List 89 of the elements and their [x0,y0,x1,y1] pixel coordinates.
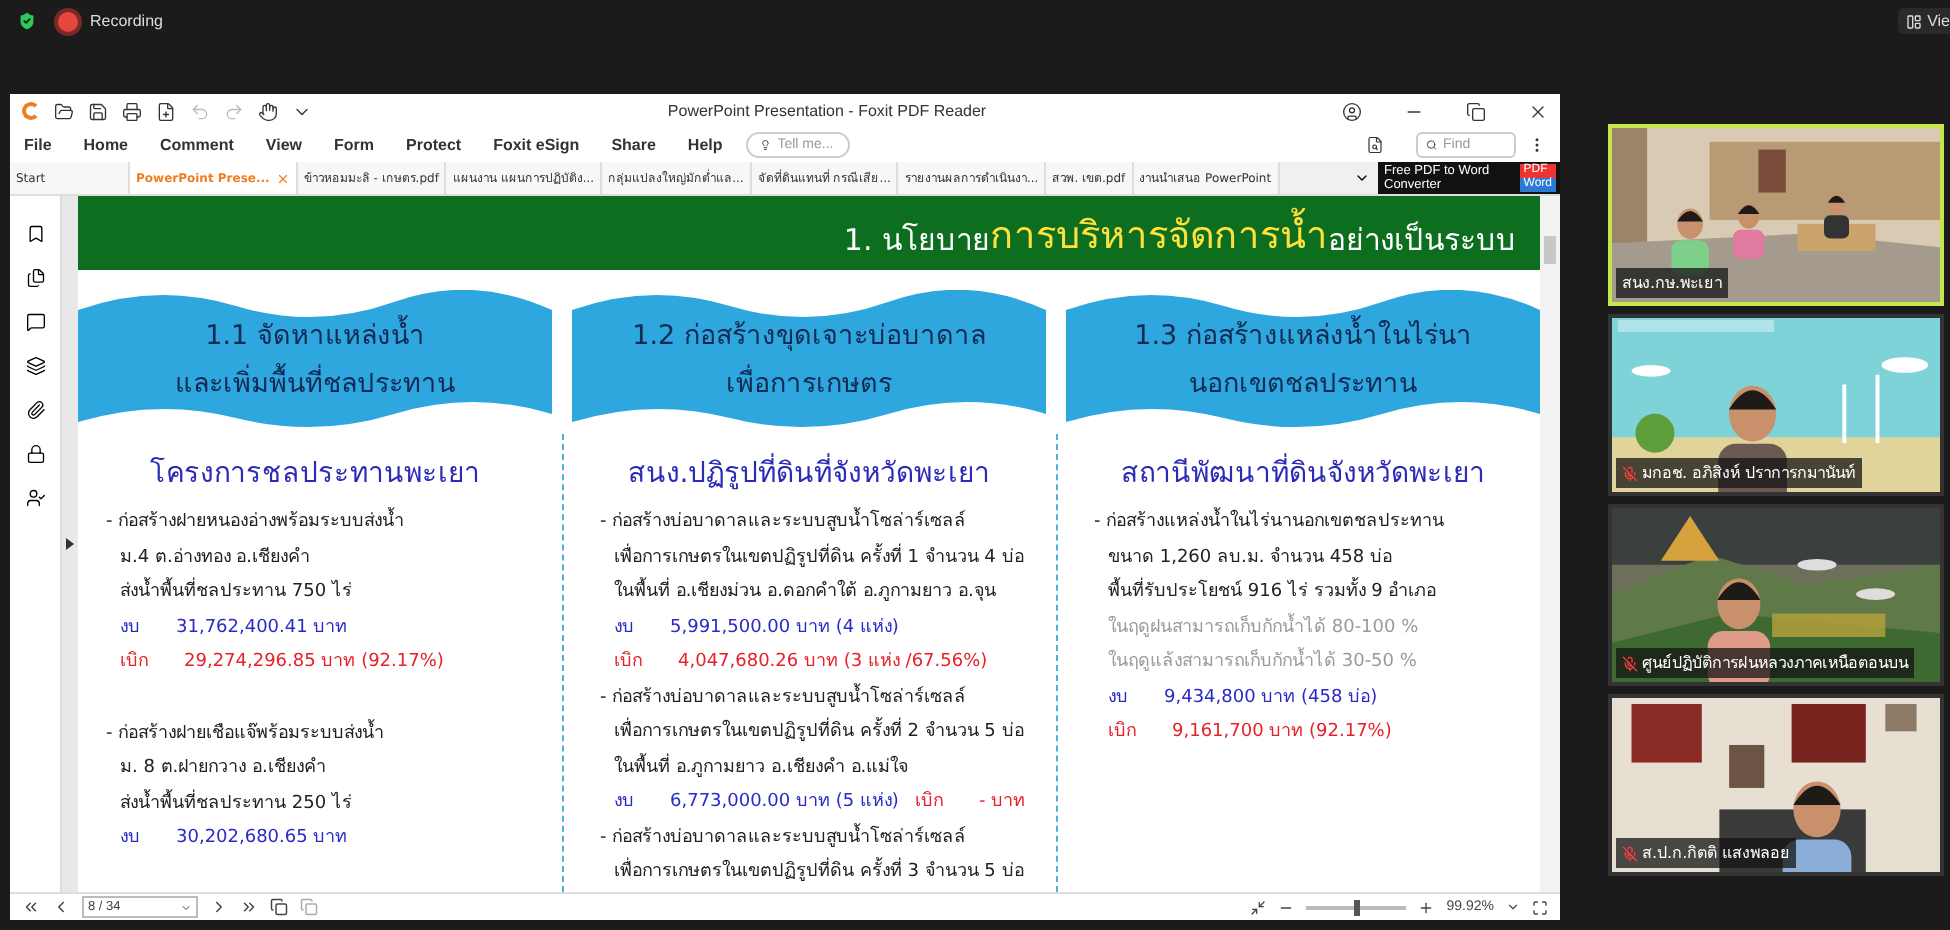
participant-name: มกอช. อภิสิงห์ ปราการกมานันท์ [1616,458,1862,488]
bookmark-icon[interactable] [25,224,45,244]
open-icon[interactable] [54,101,74,121]
last-page-icon[interactable] [240,898,258,916]
first-page-icon[interactable] [22,898,40,916]
text-line: ขนาด 1,260 ลบ.ม. จำนวน 458 บ่อ [1106,545,1394,571]
layout-icon [1905,13,1922,29]
menu-item[interactable]: Form [334,136,374,154]
close-icon[interactable] [1528,101,1548,121]
text-line: เพื่อการเกษตรในเขตปฏิรูปที่ดิน ครั้งที่ 3 จำนวน 5 บ่อ [600,856,1046,891]
zoom-in-icon[interactable] [1418,899,1435,915]
signature-icon[interactable] [25,488,45,508]
lightbulb-icon [760,138,772,152]
budget-line: งบ 31,762,400.41 บาท [120,615,348,641]
agency-title: โครงการชลประทานพะเยา [148,455,482,494]
menu-item[interactable]: Comment [160,136,234,154]
withdrawal-line: เบิก - บาท [914,789,1026,816]
slide-heading: 1. นโยบายการบริหารจัดการน้ำอย่างเป็นระบบ [78,196,1540,270]
text-line: - ก่อสร้างฝายเชือแจ๊พร้อมระบบส่งน้ำ [106,717,387,747]
withdrawal-line: เบิก 29,274,296.85 บาท (92.17%) [120,649,444,676]
text-line: เพื่อการเกษตรในเขตปฏิรูปที่ดิน ครั้งที่ 2 จำนวน 5 บ่อ [600,716,1046,751]
page-view-icon[interactable] [270,898,288,916]
fit-icon[interactable] [1250,899,1267,915]
text-line: ในพื้นที่ อ.เชียงม่วน อ.ดอกคำใต้ อ.ภูกามยาว อ.จุน [600,576,1046,611]
banner-title: 1.2 ก่อสร้างขุดเจาะบ่อบาดาล [632,318,986,356]
next-page-icon[interactable] [210,898,228,916]
lock-icon[interactable] [25,444,45,464]
account-icon[interactable] [1342,101,1362,121]
text-line: - ก่อสร้างบ่อบาดาลและระบบสูบน้ำโซล่าร์เซลล์ [600,821,969,851]
budget-line: งบ 9,434,800 บาท (458 บ่อ) [1108,685,1378,711]
previous-page-icon[interactable] [52,898,70,916]
note-line: ในฤดูฝนสามารถเก็บกักน้ำได้ 80-100 % [1106,611,1421,641]
withdrawal-line: เบิก 4,047,680.26 บาท (3 แห่ง /67.56%) [614,649,988,676]
banner-title: นอกเขตชลประทาน [1189,366,1417,404]
budget-line: งบ 6,773,000.00 บาท (5 แห่ง) [614,790,899,816]
search-icon [1426,138,1438,152]
text-line: - ก่อสร้างบ่อบาดาลและระบบสูบน้ำโซล่าร์เซลล์ [600,506,1046,541]
caret-icon [180,901,192,913]
attachment-icon[interactable] [25,400,45,420]
pages-icon[interactable] [25,268,45,288]
text-line: - ก่อสร้างบ่อบาดาลและระบบสูบน้ำโซล่าร์เซลล์ [600,681,969,711]
expand-arrow-icon[interactable] [66,538,74,550]
search-document-icon[interactable] [1366,136,1384,154]
text-line: ในพื้นที่ อ.ภูกามยาว อ.เชียงคำ อ.แม่ใจ [612,751,911,781]
participant-name: ศูนย์ปฏิบัติการฝนหลวงภาคเหนือตอนบน [1616,648,1914,678]
participant-name: ส.ป.ก.กิตติ แสงพลอย [1616,838,1797,868]
withdrawal-line: เบิก 9,161,700 บาท (92.17%) [1108,719,1392,746]
app-logo-icon [22,102,40,120]
comment-icon[interactable] [25,312,45,332]
caret-icon[interactable] [1506,900,1520,914]
caret-icon[interactable] [1354,170,1370,186]
menu-item[interactable]: Home [83,136,129,154]
hand-icon[interactable] [258,101,278,121]
text-line: ส่งน้ำพื้นที่ชลประทาน 250 ไร่ [118,787,354,817]
menu-item[interactable]: Share [611,136,656,154]
text-line: ส่งน้ำพื้นที่ชลประทาน 750 ไร่ [106,576,552,611]
text-line: ม.4 ต.อ่างทอง อ.เชียงคำ [118,545,313,571]
shield-icon [16,10,38,32]
recording-label: Recording [90,12,163,30]
save-icon[interactable] [88,101,108,121]
restore-icon[interactable] [1466,101,1486,121]
scrollbar[interactable] [1540,196,1560,892]
menu-item[interactable]: Foxit eSign [493,136,580,154]
agency-title: สนง.ปฏิรูปที่ดินที่จังหวัดพะเยา [572,450,1046,494]
banner-title: 1.1 จัดหาแหล่งน้ำ [205,312,425,360]
fullscreen-icon[interactable] [1532,899,1548,915]
banner-title: เพื่อการเกษตร [726,362,892,404]
menu-item[interactable]: File [24,136,52,154]
menu-item[interactable]: Protect [406,136,462,154]
agency-title: สถานีพัฒนาที่ดินจังหวัดพะเยา [1066,450,1540,494]
text-line: - ก่อสร้างฝายหนองอ่างพร้อมระบบส่งน้ำ [106,506,552,541]
file-icon[interactable] [156,101,176,121]
view-button[interactable]: Vie [1897,8,1950,34]
budget-line: งบ 5,991,500.00 บาท (4 แห่ง) [614,615,899,641]
window-title: PowerPoint Presentation - Foxit PDF Reader [665,102,989,120]
text-line: พื้นที่รับประโยชน์ 916 ไร่ รวมทั้ง 9 อำเภอ [1094,576,1540,611]
recording-icon [58,11,78,31]
print-icon[interactable] [122,101,142,121]
note-line: ในฤดูแล้งสามารถเก็บกักน้ำได้ 30-50 % [1094,646,1540,681]
menu-item[interactable]: Help [687,136,723,154]
text-line: - ก่อสร้างแหล่งน้ำในไร่นานอกเขตชลประทาน [1094,506,1540,541]
text-line: เพื่อการเกษตรในเขตปฏิรูปที่ดิน ครั้งที่ 1 จำนวน 4 บ่อ [612,541,1026,571]
layers-icon[interactable] [25,356,45,376]
menu-item[interactable]: View [265,136,302,154]
banner-title: 1.3 ก่อสร้างแหล่งน้ำในไร่นา [1134,312,1472,360]
text-line: ม. 8 ต.ฝายกวาง อ.เชียงคำ [118,755,328,782]
banner-title: และเพิ่มพื้นที่ชลประทาน [175,360,455,408]
budget-line: งบ 30,202,680.65 บาท [120,826,348,852]
participant-name: สนง.กษ.พะเยา [1616,268,1729,298]
